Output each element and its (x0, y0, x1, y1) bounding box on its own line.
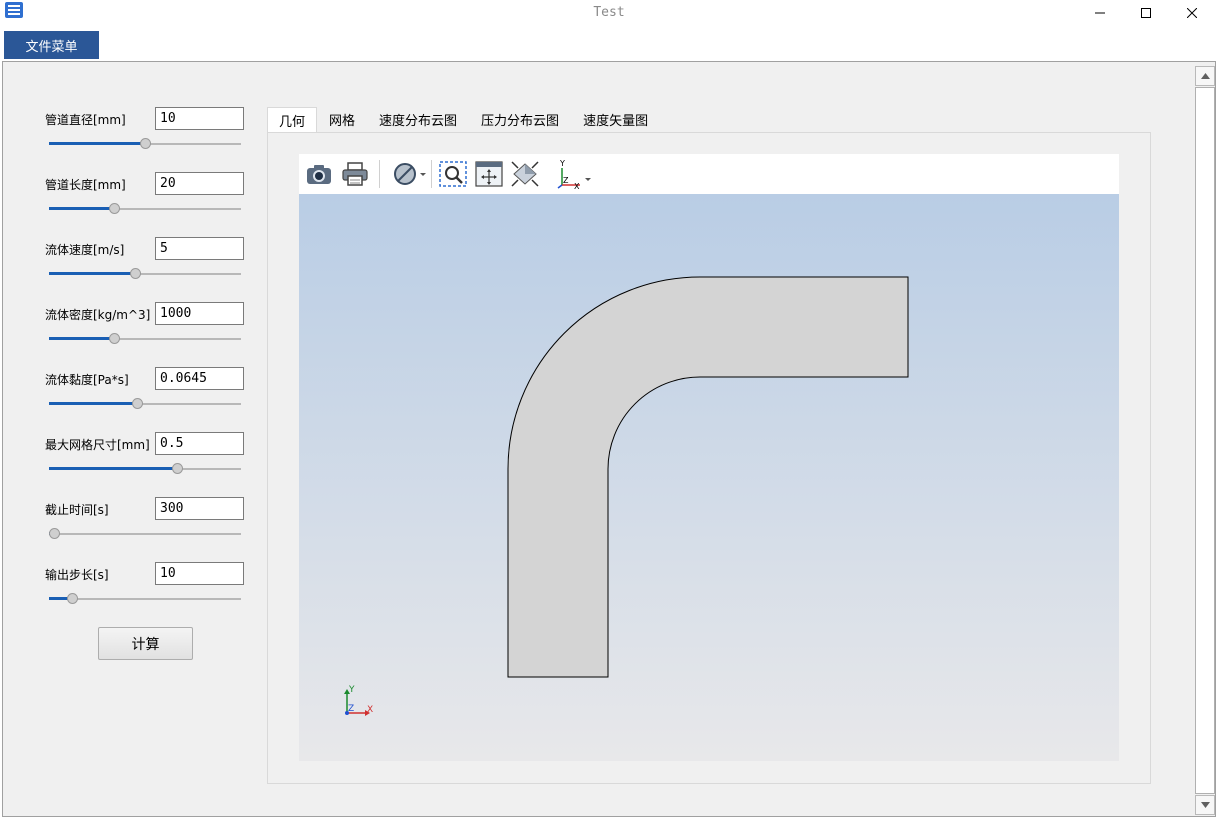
tab-velocity-vector[interactable]: 速度矢量图 (571, 107, 660, 132)
view-reset-icon[interactable] (509, 158, 541, 190)
param-label: 管道直径[mm] (45, 113, 126, 127)
param-input-length[interactable]: 20 (155, 172, 244, 195)
param-slider-length[interactable] (49, 202, 241, 214)
axis-label-z: Z (348, 704, 354, 714)
tab-pressure-contour[interactable]: 压力分布云图 (469, 107, 571, 132)
tab-velocity-contour[interactable]: 速度分布云图 (367, 107, 469, 132)
maximize-button[interactable] (1123, 0, 1169, 26)
param-slider-output-step[interactable] (49, 592, 241, 604)
3d-viewer: Y Z X Y Z X (299, 154, 1119, 761)
printer-icon[interactable] (339, 158, 371, 190)
calculate-button[interactable]: 计算 (98, 627, 193, 660)
param-input-mesh-size[interactable]: 0.5 (155, 432, 244, 455)
param-input-velocity[interactable]: 5 (155, 237, 244, 260)
axes-triad: Y Z X (344, 685, 373, 716)
fit-all-icon[interactable] (473, 158, 505, 190)
slider-handle[interactable] (108, 203, 120, 214)
scroll-up-icon[interactable] (1195, 66, 1215, 86)
param-slider-viscosity[interactable] (49, 397, 241, 409)
param-label: 截止时间[s] (45, 503, 109, 517)
tab-geometry[interactable]: 几何 (267, 107, 318, 132)
slider-handle[interactable] (132, 398, 144, 409)
slider-handle[interactable] (108, 333, 120, 344)
param-label: 流体速度[m/s] (45, 243, 125, 257)
file-menu-button[interactable]: 文件菜单 (4, 31, 99, 59)
param-label: 流体密度[kg/m^3] (45, 308, 151, 322)
tab-bar: 几何 网格 速度分布云图 压力分布云图 速度矢量图 (267, 107, 660, 132)
param-label: 输出步长[s] (45, 568, 109, 582)
zoom-box-icon[interactable] (437, 158, 469, 190)
axis-label-x: X (367, 705, 373, 715)
camera-icon[interactable] (303, 158, 335, 190)
param-input-end-time[interactable]: 300 (155, 497, 244, 520)
param-slider-mesh-size[interactable] (49, 462, 241, 474)
param-input-density[interactable]: 1000 (155, 302, 244, 325)
slider-handle[interactable] (49, 528, 60, 539)
close-button[interactable] (1169, 0, 1215, 26)
param-slider-velocity[interactable] (49, 267, 241, 279)
svg-text:Z: Z (563, 176, 569, 185)
param-input-diameter[interactable]: 10 (155, 107, 244, 130)
param-label: 最大网格尺寸[mm] (45, 438, 150, 452)
slider-handle[interactable] (67, 593, 79, 604)
window-title: Test (593, 5, 625, 20)
param-slider-diameter[interactable] (49, 137, 241, 149)
slider-handle[interactable] (172, 463, 184, 474)
minimize-button[interactable] (1077, 0, 1123, 26)
title-bar: Test (0, 0, 1218, 28)
svg-text:X: X (574, 182, 580, 189)
tab-mesh[interactable]: 网格 (317, 107, 367, 132)
clipping-icon[interactable] (389, 158, 429, 190)
svg-text:Y: Y (559, 159, 565, 168)
slider-handle[interactable] (130, 268, 142, 279)
vertical-scrollbar[interactable] (1195, 66, 1215, 816)
param-slider-density[interactable] (49, 332, 241, 344)
pipe-geometry (507, 276, 909, 678)
param-label: 流体黏度[Pa*s] (45, 373, 129, 387)
main-panel: 管道直径[mm] 10 管道长度[mm] 20 流体速度[m/s] 5 流体密度… (2, 61, 1216, 817)
param-label: 管道长度[mm] (45, 178, 126, 192)
axes-view-icon[interactable]: Y Z X (553, 158, 593, 190)
scroll-thumb[interactable] (1195, 87, 1215, 794)
viewer-toolbar: Y Z X (299, 154, 1119, 194)
param-input-viscosity[interactable]: 0.0645 (155, 367, 244, 390)
param-slider-end-time[interactable] (49, 527, 241, 539)
slider-handle[interactable] (139, 138, 151, 149)
viewer-canvas[interactable]: Y Z X (299, 194, 1119, 761)
param-input-output-step[interactable]: 10 (155, 562, 244, 585)
scroll-down-icon[interactable] (1195, 795, 1215, 815)
axis-label-y: Y (348, 685, 355, 695)
